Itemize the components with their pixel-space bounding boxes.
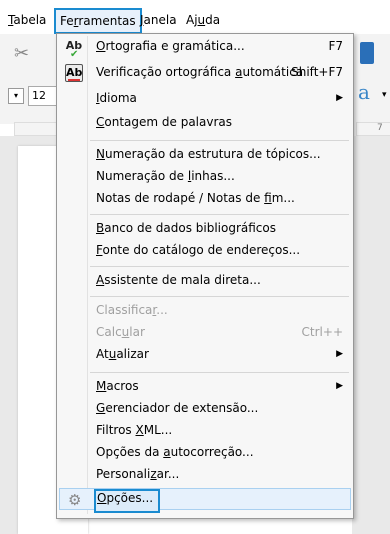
submenu-arrow-icon: ▶ <box>336 381 343 391</box>
submenu-arrow-icon: ▶ <box>336 93 343 103</box>
menu-item-autocorrecao[interactable]: Opções da autocorreção... <box>59 442 351 464</box>
ruler-right: 7 <box>356 122 390 136</box>
menu-item-numeracao-linhas[interactable]: Numeração de linhas... <box>59 166 351 188</box>
chevron-down-icon[interactable]: ▾ <box>382 90 387 100</box>
menu-separator <box>90 140 349 141</box>
menu-separator <box>90 266 349 267</box>
menu-item-numeracao-topicos[interactable]: Numeração da estrutura de tópicos... <box>59 144 351 166</box>
menu-item-mala-direta[interactable]: Assistente de mala direta... <box>59 270 351 292</box>
menu-item-filtros-xml[interactable]: Filtros XML... <box>59 420 351 442</box>
ruler-mark: 7 <box>377 123 383 133</box>
cut-icon[interactable]: ✂ <box>14 43 29 64</box>
menu-item-gerenciador-extensao[interactable]: Gerenciador de extensão... <box>59 398 351 420</box>
menu-item-verificacao-automatica[interactable]: Ab Verificação ortográfica automática Sh… <box>59 62 351 84</box>
menu-item-atualizar[interactable]: Atualizar ▶ <box>59 344 351 366</box>
shortcut: Shift+F7 <box>291 65 343 79</box>
menu-bar: Tabela Ferramentas Janela Ajuda <box>0 0 390 34</box>
menu-ajuda[interactable]: Ajuda <box>183 11 223 29</box>
menu-item-personalizar[interactable]: Personalizar... <box>59 464 351 486</box>
menu-item-opcoes[interactable]: ⚙ Opções... <box>59 488 351 513</box>
menu-tabela[interactable]: Tabela <box>5 11 49 29</box>
submenu-arrow-icon: ▶ <box>336 349 343 359</box>
shortcut: F7 <box>328 39 343 53</box>
ferramentas-dropdown: Ab ✔ Ortografia e gramática... F7 Ab Veri… <box>56 33 354 519</box>
font-color-icon[interactable]: a <box>358 80 370 104</box>
menu-janela[interactable]: Janela <box>137 11 180 29</box>
menu-separator <box>90 296 349 297</box>
shortcut: Ctrl++ <box>301 325 343 339</box>
menu-item-banco-bibliografico[interactable]: Banco de dados bibliográficos <box>59 218 351 240</box>
menu-item-fonte-catalogo[interactable]: Fonte do catálogo de endereços... <box>59 240 351 262</box>
gear-icon: ⚙ <box>68 491 82 509</box>
spellcheck-icon: Ab ✔ <box>65 39 83 60</box>
menu-item-idioma[interactable]: Idioma ▶ <box>59 88 351 110</box>
menu-ferramentas[interactable]: Ferramentas <box>54 8 142 34</box>
autospell-icon: Ab <box>65 64 83 82</box>
menu-separator <box>90 214 349 215</box>
style-icon[interactable] <box>360 42 374 64</box>
menu-separator <box>90 372 349 373</box>
document-area-right <box>352 136 390 534</box>
menu-item-ortografia[interactable]: Ab ✔ Ortografia e gramática... F7 <box>59 36 351 60</box>
menu-item-classificar: Classificar... <box>96 303 168 317</box>
style-dropdown-toggle[interactable]: ▾ <box>8 88 24 104</box>
menu-item-contagem-palavras[interactable]: Contagem de palavras <box>59 112 351 134</box>
menu-item-calcular: Calcular Ctrl++ <box>96 325 343 339</box>
menu-item-macros[interactable]: Macros ▶ <box>59 376 351 398</box>
menu-item-notas-rodape[interactable]: Notas de rodapé / Notas de fim... <box>59 188 351 210</box>
